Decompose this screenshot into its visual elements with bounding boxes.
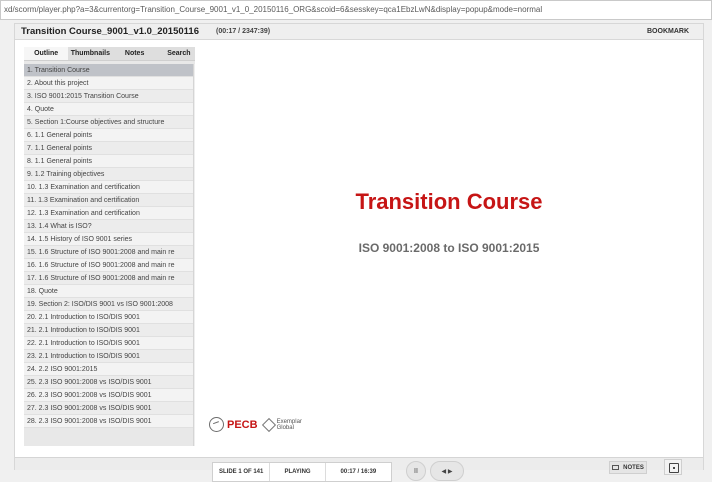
outline-item[interactable]: 16. 1.6 Structure of ISO 9001:2008 and m… — [24, 259, 193, 272]
outline-list: 1. Transition Course 2. About this proje… — [24, 64, 193, 446]
playback-info-panel: SLIDE 1 OF 141 PLAYING 00:17 / 16:39 — [212, 462, 392, 482]
outline-item[interactable]: 28. 2.3 ISO 9001:2008 vs ISO/DIS 9001 — [24, 415, 193, 428]
outline-item[interactable]: 2. About this project — [24, 77, 193, 90]
tab-thumbnails[interactable]: Thumbnails — [68, 47, 112, 60]
playback-time: 00:17 / 16:39 — [340, 469, 377, 475]
pecb-logo-icon — [209, 417, 224, 432]
outline-item[interactable]: 1. Transition Course — [24, 64, 193, 77]
outline-item[interactable]: 27. 2.3 ISO 9001:2008 vs ISO/DIS 9001 — [24, 402, 193, 415]
outline-item[interactable]: 12. 1.3 Examination and certification — [24, 207, 193, 220]
outline-item[interactable]: 4. Quote — [24, 103, 193, 116]
pause-button[interactable]: II — [406, 461, 426, 481]
playback-status: PLAYING — [270, 463, 326, 481]
outline-item[interactable]: 6. 1.1 General points — [24, 129, 193, 142]
outline-item[interactable]: 14. 1.5 History of ISO 9001 series — [24, 233, 193, 246]
outline-item[interactable]: 20. 2.1 Introduction to ISO/DIS 9001 — [24, 311, 193, 324]
slide-title: Transition Course — [355, 189, 543, 214]
pecb-logo-text: PECB — [227, 418, 258, 431]
slide-count: SLIDE 1 OF 141 — [213, 463, 271, 481]
tab-outline[interactable]: Outline — [24, 47, 69, 60]
course-title: Transition Course_9001_v1.0_20150116 — [21, 26, 199, 37]
outline-item[interactable]: 8. 1.1 General points — [24, 155, 193, 168]
exemplar-global-logo-text: Exemplar Global — [276, 418, 302, 431]
notes-label: NOTES — [623, 464, 644, 471]
previous-next-icon: ◀ ▶ — [441, 468, 453, 475]
outline-item[interactable]: 5. Section 1:Course objectives and struc… — [24, 116, 193, 129]
outline-item[interactable]: 19. Section 2: ISO/DIS 9001 vs ISO 9001:… — [24, 298, 193, 311]
outline-item[interactable]: 3. ISO 9001:2015 Transition Course — [24, 90, 193, 103]
player-controls: SLIDE 1 OF 141 PLAYING 00:17 / 16:39 II … — [15, 457, 703, 482]
outline-item[interactable]: 26. 2.3 ISO 9001:2008 vs ISO/DIS 9001 — [24, 389, 193, 402]
sidebar-tabs: Outline Thumbnails Notes Search — [24, 47, 201, 61]
browser-url-bar[interactable]: xd/scorm/player.php?a=3&currentorg=Trans… — [0, 0, 712, 20]
previous-next-button[interactable]: ◀ ▶ — [430, 461, 464, 481]
outline-item[interactable]: 9. 1.2 Training objectives — [24, 168, 193, 181]
outline-item[interactable]: 25. 2.3 ISO 9001:2008 vs ISO/DIS 9001 — [24, 376, 193, 389]
course-sidebar: Outline Thumbnails Notes Search 1. Trans… — [24, 47, 201, 446]
outline-item[interactable]: 10. 1.3 Examination and certification — [24, 181, 193, 194]
notes-button[interactable]: NOTES — [609, 461, 647, 474]
slide-logos: PECB Exemplar Global — [209, 417, 302, 432]
player-header: Transition Course_9001_v1.0_20150116 (00… — [15, 24, 703, 40]
exemplar-global-logo-icon — [261, 417, 276, 432]
tab-notes[interactable]: Notes — [113, 47, 157, 60]
outline-item[interactable]: 18. Quote — [24, 285, 193, 298]
playback-buttons: II ◀ ▶ — [406, 460, 464, 482]
outline-item[interactable]: 23. 2.1 Introduction to ISO/DIS 9001 — [24, 350, 193, 363]
outline-item[interactable]: 21. 2.1 Introduction to ISO/DIS 9001 — [24, 324, 193, 337]
outline-item[interactable]: 24. 2.2 ISO 9001:2015 — [24, 363, 193, 376]
outline-item[interactable]: 7. 1.1 General points — [24, 142, 193, 155]
notes-icon — [612, 465, 620, 470]
outline-item[interactable]: 15. 1.6 Structure of ISO 9001:2008 and m… — [24, 246, 193, 259]
slide-stage: Transition Course ISO 9001:2008 to ISO 9… — [195, 47, 703, 457]
bookmark-button[interactable]: BOOKMARK — [647, 24, 689, 40]
outline-item[interactable]: 17. 1.6 Structure of ISO 9001:2008 and m… — [24, 272, 193, 285]
outline-item[interactable]: 13. 1.4 What is ISO? — [24, 220, 193, 233]
outline-item[interactable]: 22. 2.1 Introduction to ISO/DIS 9001 — [24, 337, 193, 350]
outline-item[interactable]: 11. 1.3 Examination and certification — [24, 194, 193, 207]
slide-subtitle: ISO 9001:2008 to ISO 9001:2015 — [358, 241, 540, 255]
scorm-player-window: Transition Course_9001_v1.0_20150116 (00… — [14, 23, 704, 482]
pause-icon: II — [414, 467, 418, 475]
course-duration: (00:17 / 2347:39) — [216, 28, 271, 35]
